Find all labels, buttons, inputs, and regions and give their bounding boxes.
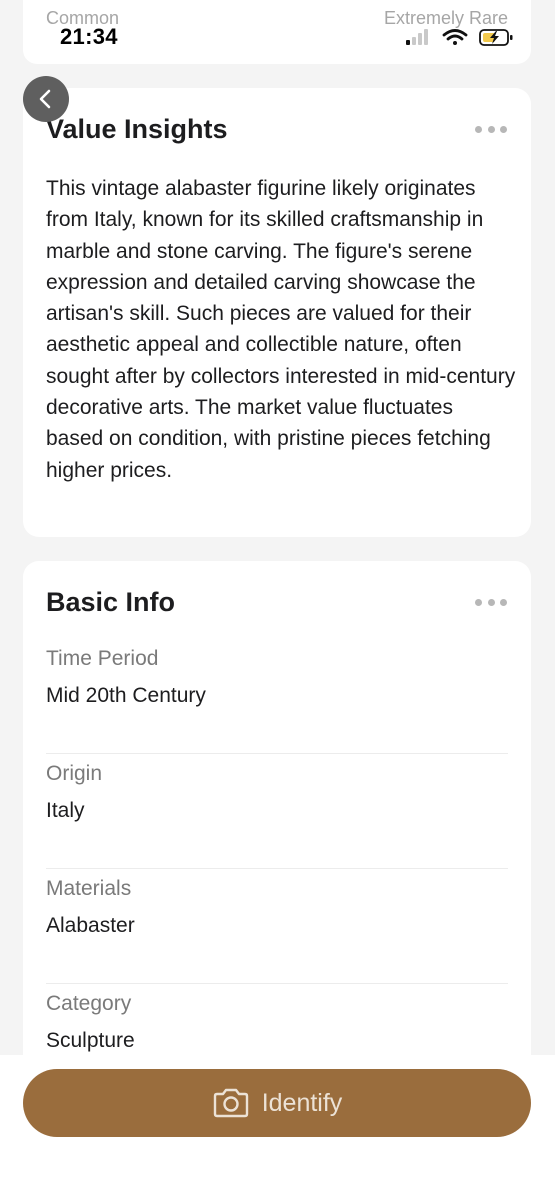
divider — [46, 983, 508, 984]
info-row-origin: Origin Italy — [46, 762, 508, 878]
basic-info-title: Basic Info — [46, 587, 176, 617]
info-label: Origin — [46, 762, 103, 785]
value-insights-text: This vintage alabaster figurine likely o… — [46, 177, 516, 482]
divider — [46, 753, 508, 754]
identify-label: Identify — [261, 1088, 343, 1117]
more-dots-icon[interactable] — [475, 124, 507, 134]
wifi-icon — [442, 29, 468, 45]
value-insights-card: Value Insights This vintage alabaster fi… — [23, 88, 531, 537]
info-label: Materials — [46, 877, 132, 900]
identify-button[interactable]: Identify — [23, 1069, 531, 1137]
basic-info-card: Basic Info Time Period Mid 20th Century … — [23, 561, 531, 1081]
info-value: Italy — [46, 799, 85, 822]
info-value: Mid 20th Century — [46, 684, 206, 707]
info-row-time-period: Time Period Mid 20th Century — [46, 647, 508, 763]
info-label: Category — [46, 992, 132, 1015]
status-time: 21:34 — [60, 24, 118, 49]
divider — [46, 868, 508, 869]
battery-charging-icon — [479, 29, 513, 46]
value-insights-title: Value Insights — [46, 114, 228, 144]
info-label: Time Period — [46, 647, 159, 670]
info-value: Alabaster — [46, 914, 135, 937]
chevron-left-icon — [39, 89, 51, 109]
more-dots-icon[interactable] — [475, 597, 507, 607]
status-icons — [404, 26, 524, 48]
bottom-action-bar: Identify — [0, 1055, 555, 1200]
signal-icon — [406, 29, 428, 45]
info-value: Sculpture — [46, 1029, 135, 1052]
back-button[interactable] — [23, 76, 69, 122]
info-row-materials: Materials Alabaster — [46, 877, 508, 993]
camera-icon — [213, 1088, 248, 1118]
